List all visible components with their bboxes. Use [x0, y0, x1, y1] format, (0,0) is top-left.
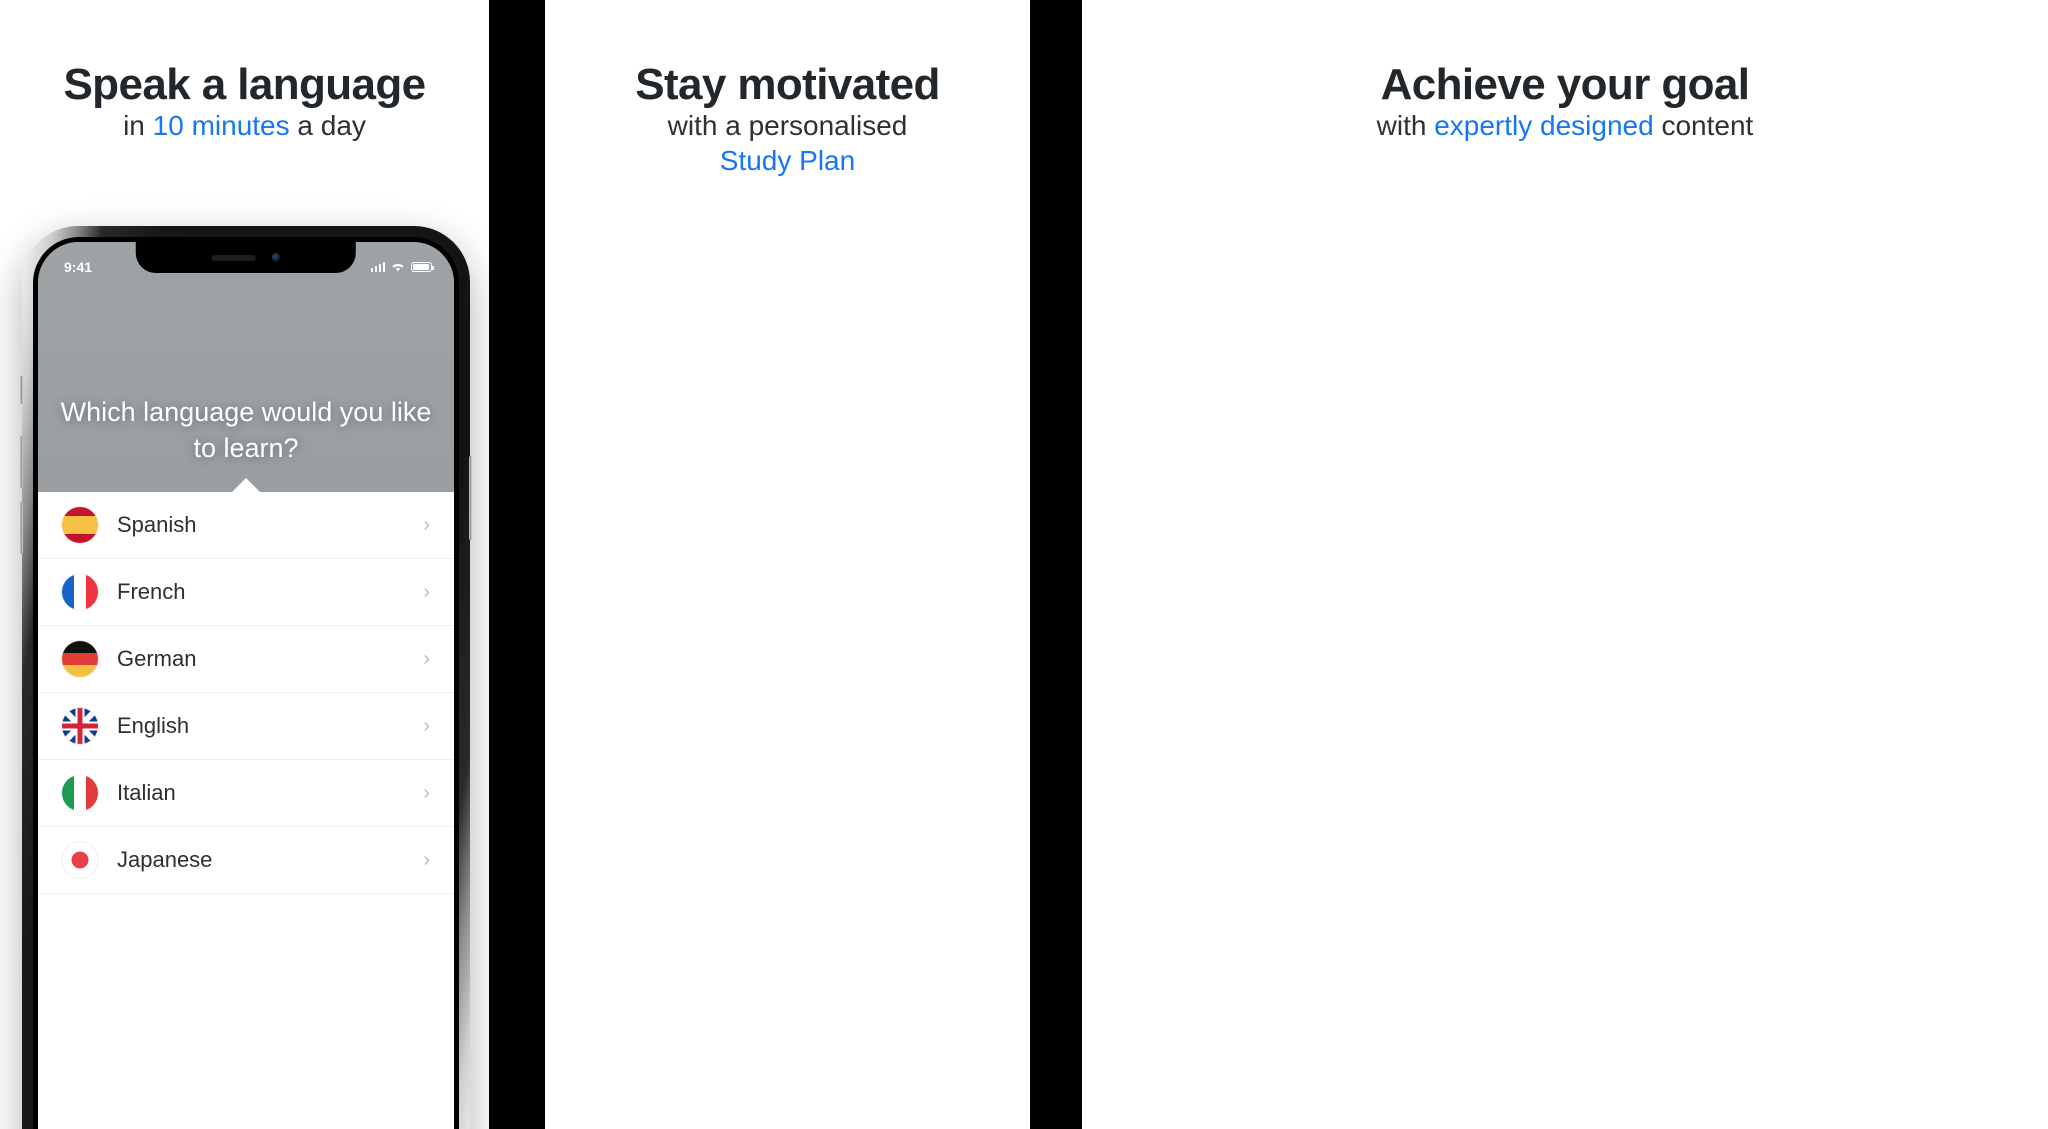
wifi-icon: [392, 263, 404, 271]
list-item[interactable]: Japanese ›: [38, 827, 454, 894]
subtitle-highlight: expertly designed: [1434, 110, 1654, 142]
flag-germany-icon: [62, 641, 98, 677]
volume-up-button[interactable]: [20, 436, 23, 488]
cellular-signal-icon: [370, 261, 385, 272]
language-list: Spanish › French › German › English › It…: [38, 492, 454, 1129]
flag-japan-icon: [62, 842, 98, 878]
list-item[interactable]: Spanish ›: [38, 492, 454, 559]
list-item[interactable]: French ›: [38, 559, 454, 626]
screen-1: 9:41 Which language would you like to le…: [38, 242, 454, 1129]
page-title: Achieve your goal: [1380, 60, 1750, 109]
flag-italy-icon: [62, 775, 98, 811]
subtitle-post: content: [1653, 110, 1754, 142]
subtitle-pre: with: [1376, 110, 1435, 142]
chevron-right-icon: ›: [423, 647, 430, 670]
list-item[interactable]: German ›: [38, 626, 454, 693]
panel-divider-2: [1030, 0, 1082, 1129]
mute-switch[interactable]: [20, 376, 23, 404]
power-button[interactable]: [469, 456, 472, 540]
screenshot-stage: Speak a language in 10 minutes a day 9:4…: [0, 0, 2048, 1129]
subtitle-post: a day: [289, 110, 366, 142]
panel-achieve-your-goal: Achieve your goal with expertly designed…: [1082, 0, 2048, 1129]
chevron-right-icon: ›: [423, 781, 430, 804]
panel-speak-a-language: Speak a language in 10 minutes a day 9:4…: [0, 0, 489, 1129]
chevron-right-icon: ›: [423, 513, 430, 536]
list-item[interactable]: Italian ›: [38, 760, 454, 827]
list-item-label: German: [117, 646, 197, 671]
flag-uk-icon: [62, 708, 98, 744]
list-item[interactable]: English ›: [38, 693, 454, 760]
volume-down-button[interactable]: [20, 502, 23, 554]
list-item-label: Japanese: [117, 847, 213, 872]
chevron-right-icon: ›: [423, 848, 430, 871]
list-item-label: English: [117, 713, 190, 738]
phone-bezel-1: 9:41 Which language would you like to le…: [33, 237, 459, 1129]
panel1-heading: Speak a language in 10 minutes a day: [0, 0, 489, 143]
list-item-label: Italian: [117, 780, 176, 805]
subtitle-pre: in: [123, 110, 153, 142]
subtitle-highlight: Study Plan: [719, 145, 856, 177]
panel-divider-1: [489, 0, 545, 1129]
list-item-label: Spanish: [117, 512, 197, 537]
panel2-heading: Stay motivated with a personalised Study…: [545, 0, 1030, 179]
flag-france-icon: [62, 574, 98, 610]
panel-stay-motivated: Stay motivated with a personalised Study…: [545, 0, 1030, 1129]
status-time: 9:41: [64, 258, 93, 275]
speaker-icon: [211, 254, 256, 261]
subtitle-highlight: 10 minutes: [152, 110, 290, 142]
subtitle-pre: with a personalised: [667, 110, 908, 142]
battery-icon: [411, 261, 434, 272]
notch-1: [135, 242, 357, 273]
page-subtitle: with expertly designed content: [1082, 108, 2048, 143]
chevron-right-icon: ›: [423, 714, 430, 737]
list-item-label: French: [117, 579, 186, 604]
chevron-right-icon: ›: [423, 580, 430, 603]
page-subtitle: with a personalised Study Plan: [545, 108, 1030, 179]
status-indicators: [370, 261, 434, 273]
phone-mockup-1: 9:41 Which language would you like to le…: [20, 226, 472, 1129]
page-subtitle: in 10 minutes a day: [0, 108, 489, 143]
hero-question: Which language would you like to learn?: [60, 397, 432, 464]
page-title: Speak a language: [63, 60, 426, 109]
page-title: Stay motivated: [635, 60, 940, 109]
flag-spain-icon: [62, 507, 98, 543]
camera-icon: [271, 253, 281, 262]
panel3-heading: Achieve your goal with expertly designed…: [1082, 0, 2048, 143]
